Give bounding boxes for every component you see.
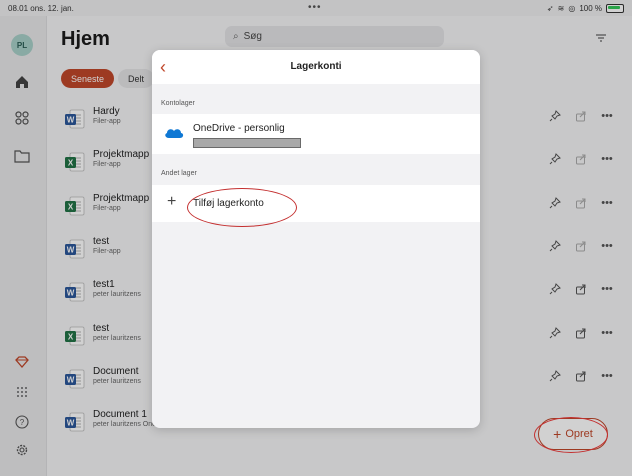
plus-icon: + bbox=[167, 193, 177, 210]
dialog-header: ‹ Lagerkonti bbox=[152, 50, 480, 84]
add-storage-account-row[interactable]: + Tilføj lagerkonto bbox=[152, 185, 480, 222]
onedrive-cloud-icon bbox=[164, 126, 184, 144]
onedrive-account-row[interactable]: OneDrive - personlig bbox=[152, 114, 480, 154]
dialog-title: Lagerkonti bbox=[290, 61, 342, 72]
account-email-redacted bbox=[193, 138, 301, 148]
storage-accounts-dialog: ‹ Lagerkonti Kontolager OneDrive - perso… bbox=[152, 50, 480, 428]
add-storage-account-label: Tilføj lagerkonto bbox=[193, 198, 264, 209]
account-name: OneDrive - personlig bbox=[193, 123, 285, 134]
section-label-account-storage: Kontolager bbox=[161, 100, 195, 107]
section-label-other-storage: Andet lager bbox=[161, 170, 197, 177]
